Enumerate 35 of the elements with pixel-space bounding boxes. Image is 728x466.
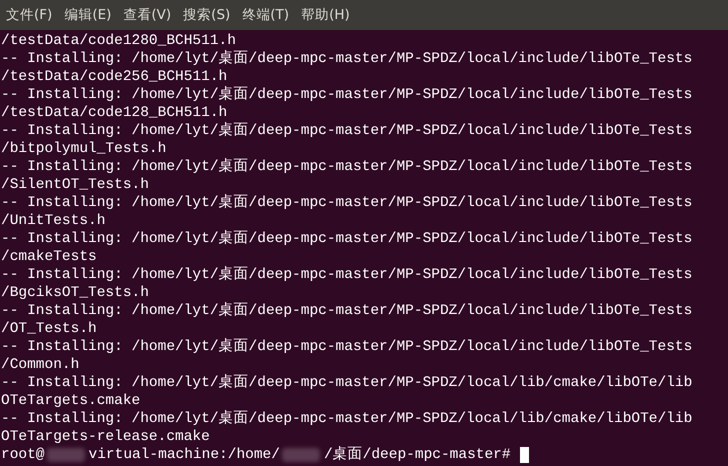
menu-item[interactable]: 查看(V) [119, 6, 180, 24]
terminal-line: /UnitTests.h [1, 212, 106, 230]
terminal-line: /SilentOT_Tests.h [1, 176, 150, 194]
terminal-line: -- Installing: /home/lyt/桌面/deep-mpc-master/MP-SPDZ/local/include/libOTe_Tests [1, 86, 694, 104]
menu-item[interactable]: 终端(T) [238, 6, 298, 24]
text-cursor [520, 447, 529, 463]
terminal-line: -- Installing: /home/lyt/桌面/deep-mpc-master/MP-SPDZ/local/include/libOTe_Tests [1, 266, 694, 284]
terminal-line: /Common.h [1, 356, 80, 374]
terminal-line: -- Installing: /home/lyt/桌面/deep-mpc-master/MP-SPDZ/local/lib/cmake/libOTe/lib [1, 374, 694, 392]
terminal-line: /testData/code256_BCH511.h [1, 68, 228, 86]
blurred-text [282, 448, 320, 462]
terminal-line: /OT_Tests.h [1, 320, 98, 338]
terminal-line: -- Installing: /home/lyt/桌面/deep-mpc-master/MP-SPDZ/local/include/libOTe_Tests [1, 230, 694, 248]
terminal-line: -- Installing: /home/lyt/桌面/deep-mpc-master/MP-SPDZ/local/include/libOTe_Tests [1, 194, 694, 212]
terminal-line: -- Installing: /home/lyt/桌面/deep-mpc-master/MP-SPDZ/local/include/libOTe_Tests [1, 302, 694, 320]
menu-item[interactable]: 文件(F) [2, 6, 60, 24]
menu-item[interactable]: 帮助(H) [297, 6, 358, 24]
prompt-text: root@ [1, 446, 45, 464]
prompt-text: /桌面/deep-mpc-master# [324, 446, 511, 464]
menu-item[interactable]: 搜索(S) [179, 6, 238, 24]
terminal-line: /testData/code128_BCH511.h [1, 104, 228, 122]
prompt-text: virtual-machine:/home/ [88, 446, 280, 464]
terminal-line: /cmakeTests [1, 248, 98, 266]
terminal-line: /BgciksOT_Tests.h [1, 284, 150, 302]
terminal-line: -- Installing: /home/lyt/桌面/deep-mpc-master/MP-SPDZ/local/include/libOTe_Tests [1, 122, 694, 140]
terminal-line: /bitpolymul_Tests.h [1, 140, 168, 158]
terminal-line: OTeTargets-release.cmake [1, 428, 211, 446]
terminal-line: -- Installing: /home/lyt/桌面/deep-mpc-master/MP-SPDZ/local/include/libOTe_Tests [1, 50, 694, 68]
blurred-text [46, 448, 85, 462]
terminal-line: OTeTargets.cmake [1, 392, 142, 410]
terminal-line: -- Installing: /home/lyt/桌面/deep-mpc-master/MP-SPDZ/local/include/libOTe_Tests [1, 158, 694, 176]
menu-item[interactable]: 编辑(E) [60, 6, 120, 24]
terminal-line: -- Installing: /home/lyt/桌面/deep-mpc-master/MP-SPDZ/local/include/libOTe_Tests [1, 338, 694, 356]
terminal-line: -- Installing: /home/lyt/桌面/deep-mpc-master/MP-SPDZ/local/lib/cmake/libOTe/lib [1, 410, 694, 428]
terminal-line: /testData/code1280_BCH511.h [1, 32, 237, 50]
